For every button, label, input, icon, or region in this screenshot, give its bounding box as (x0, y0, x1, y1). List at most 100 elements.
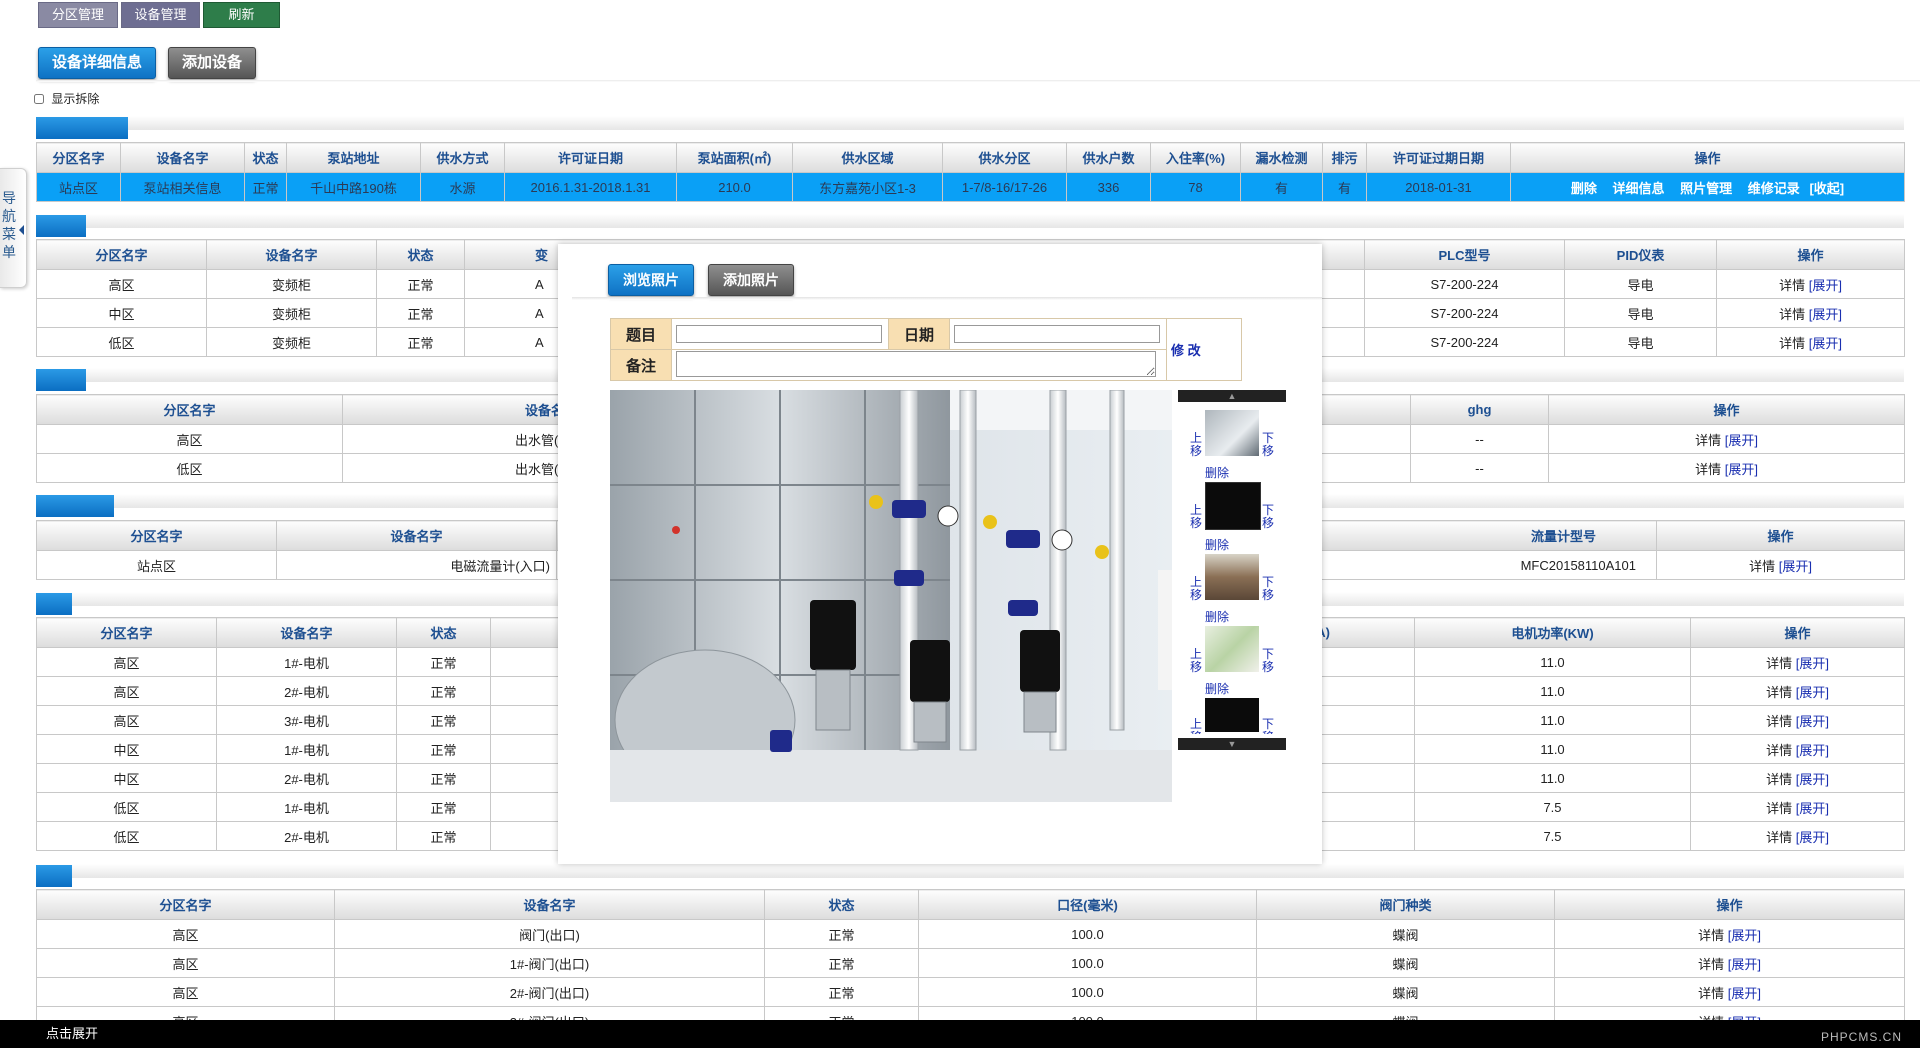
col-header: 分区名字 (36, 617, 217, 648)
detail-info-link[interactable]: 详细信息 (1613, 181, 1665, 196)
expand-link[interactable]: [展开] (1796, 685, 1829, 700)
move-up-link[interactable]: 上移 (1190, 576, 1202, 602)
cell: 高区 (36, 948, 335, 978)
station-row-selected[interactable]: 站点区 泵站相关信息 正常 千山中路190栋 水源 2016.1.31-2018… (36, 172, 1905, 202)
move-down-link[interactable]: 下移 (1262, 576, 1274, 602)
cell: 正常 (764, 948, 919, 978)
expand-link[interactable]: [展开] (1809, 278, 1842, 293)
side-navigation-tab[interactable]: 导 航 菜 单 (0, 168, 27, 288)
cell: 水源 (420, 172, 505, 202)
ops-cell: 删除 详细信息 照片管理 维修记录 [收起] (1510, 172, 1905, 202)
cell: 2016.1.31-2018.1.31 (504, 172, 677, 202)
col-header: 设备名字 (276, 520, 557, 551)
expand-bar-label: 点击展开 (46, 1026, 99, 1041)
cell: 有 (1322, 172, 1367, 202)
move-down-link[interactable]: 下移 (1262, 432, 1274, 458)
note-cell (671, 349, 1167, 381)
expand-link[interactable]: [展开] (1725, 433, 1758, 448)
cell: 阀门(出口) (334, 919, 765, 949)
delete-link[interactable]: 删除 (1205, 608, 1229, 625)
move-down-link[interactable]: 下移 (1262, 718, 1274, 735)
col-header: 设备名字 (334, 889, 765, 920)
expand-link[interactable]: [展开] (1809, 307, 1842, 322)
modify-button[interactable]: 修 改 (1171, 343, 1201, 358)
delete-link[interactable]: 删除 (1205, 464, 1229, 481)
move-down-link[interactable]: 下移 (1262, 504, 1274, 530)
cell: 蝶阀 (1256, 948, 1555, 978)
cell: 有 (1240, 172, 1323, 202)
move-up-link[interactable]: 上移 (1190, 504, 1202, 530)
thumb-scroll-up-button[interactable]: ▲ (1178, 390, 1286, 402)
delete-link[interactable]: 删除 (1571, 181, 1597, 196)
expand-link[interactable]: [展开] (1779, 559, 1812, 574)
cell: 2#-电机 (216, 821, 397, 851)
move-up-link[interactable]: 上移 (1190, 718, 1202, 735)
section-label-station (36, 117, 128, 139)
thumb-drawing[interactable] (1205, 698, 1259, 732)
photo-manage-link[interactable]: 照片管理 (1680, 181, 1732, 196)
cell: 中区 (36, 298, 207, 328)
expand-link[interactable]: [展开] (1796, 772, 1829, 787)
cell: 导电 (1564, 269, 1717, 299)
ops-cell: 详情 [展开] (1554, 919, 1905, 949)
move-up-link[interactable]: 上移 (1190, 432, 1202, 458)
cell: 高区 (36, 919, 335, 949)
refresh-button[interactable]: 刷新 (203, 2, 280, 28)
cell: 78 (1150, 172, 1241, 202)
date-input[interactable] (954, 325, 1160, 343)
thumb-pump-room[interactable] (1205, 410, 1259, 456)
cell: -- (1410, 453, 1549, 483)
cell: 变频柜 (206, 269, 377, 299)
tab-device-detail[interactable]: 设备详细信息 (38, 47, 156, 79)
expand-link[interactable]: [展开] (1728, 957, 1761, 972)
watermark: PHPCMS.CN (1820, 1030, 1902, 1044)
ops-cell: 详情 [展开] (1690, 763, 1905, 793)
col-header: 设备名字 (216, 617, 397, 648)
expand-link[interactable]: [展开] (1728, 928, 1761, 943)
delete-link[interactable]: 删除 (1205, 536, 1229, 553)
expand-bar[interactable]: 点击展开 (0, 1020, 1920, 1048)
table-row: 高区 2#-阀门(出口) 正常 100.0 蝶阀 详情 [展开] (36, 977, 1905, 1007)
collapse-link[interactable]: [收起] (1809, 181, 1844, 196)
thumb-blueprint[interactable] (1205, 482, 1261, 530)
thumbnail-item: 上移 下移 删除 (1190, 626, 1280, 696)
expand-link[interactable]: [展开] (1796, 743, 1829, 758)
detail-text: 详情 (1779, 306, 1806, 322)
cell: 1#-电机 (216, 734, 397, 764)
modal-tab-underline (572, 297, 1322, 300)
move-down-link[interactable]: 下移 (1262, 648, 1274, 674)
repair-record-link[interactable]: 维修记录 (1748, 181, 1800, 196)
col-header: 状态 (396, 617, 491, 648)
section-strip (36, 864, 1904, 878)
expand-link[interactable]: [展开] (1728, 986, 1761, 1001)
title-input[interactable] (676, 325, 882, 343)
tab-add-photo[interactable]: 添加照片 (708, 264, 794, 296)
expand-link[interactable]: [展开] (1796, 714, 1829, 729)
tab-browse-photos[interactable]: 浏览照片 (608, 264, 694, 296)
expand-link[interactable]: [展开] (1725, 462, 1758, 477)
cell: 正常 (376, 327, 465, 357)
show-removed-checkbox[interactable] (34, 94, 44, 104)
detail-text: 详情 (1698, 927, 1725, 943)
tab-add-device[interactable]: 添加设备 (168, 47, 256, 79)
expand-link[interactable]: [展开] (1796, 656, 1829, 671)
col-header: 设备名字 (120, 142, 245, 173)
move-up-link[interactable]: 上移 (1190, 648, 1202, 674)
col-header: 设备名字 (206, 239, 377, 270)
expand-link[interactable]: [展开] (1796, 801, 1829, 816)
device-manage-button[interactable]: 设备管理 (121, 2, 200, 28)
detail-text: 详情 (1766, 742, 1793, 758)
delete-link[interactable]: 删除 (1205, 680, 1229, 697)
cell: 正常 (396, 821, 491, 851)
expand-link[interactable]: [展开] (1809, 336, 1842, 351)
expand-link[interactable]: [展开] (1796, 830, 1829, 845)
cell: 高区 (36, 424, 343, 454)
cell: 2#-电机 (216, 763, 397, 793)
note-textarea[interactable] (676, 350, 1156, 377)
partition-manage-button[interactable]: 分区管理 (38, 2, 118, 28)
valve-header-row: 分区名字 设备名字 状态 口径(毫米) 阀门种类 操作 (36, 889, 1905, 920)
thumb-map[interactable] (1205, 626, 1259, 672)
col-header: 入住率(%) (1150, 142, 1241, 173)
thumb-building[interactable] (1205, 554, 1259, 600)
thumb-scroll-down-button[interactable]: ▼ (1178, 738, 1286, 750)
